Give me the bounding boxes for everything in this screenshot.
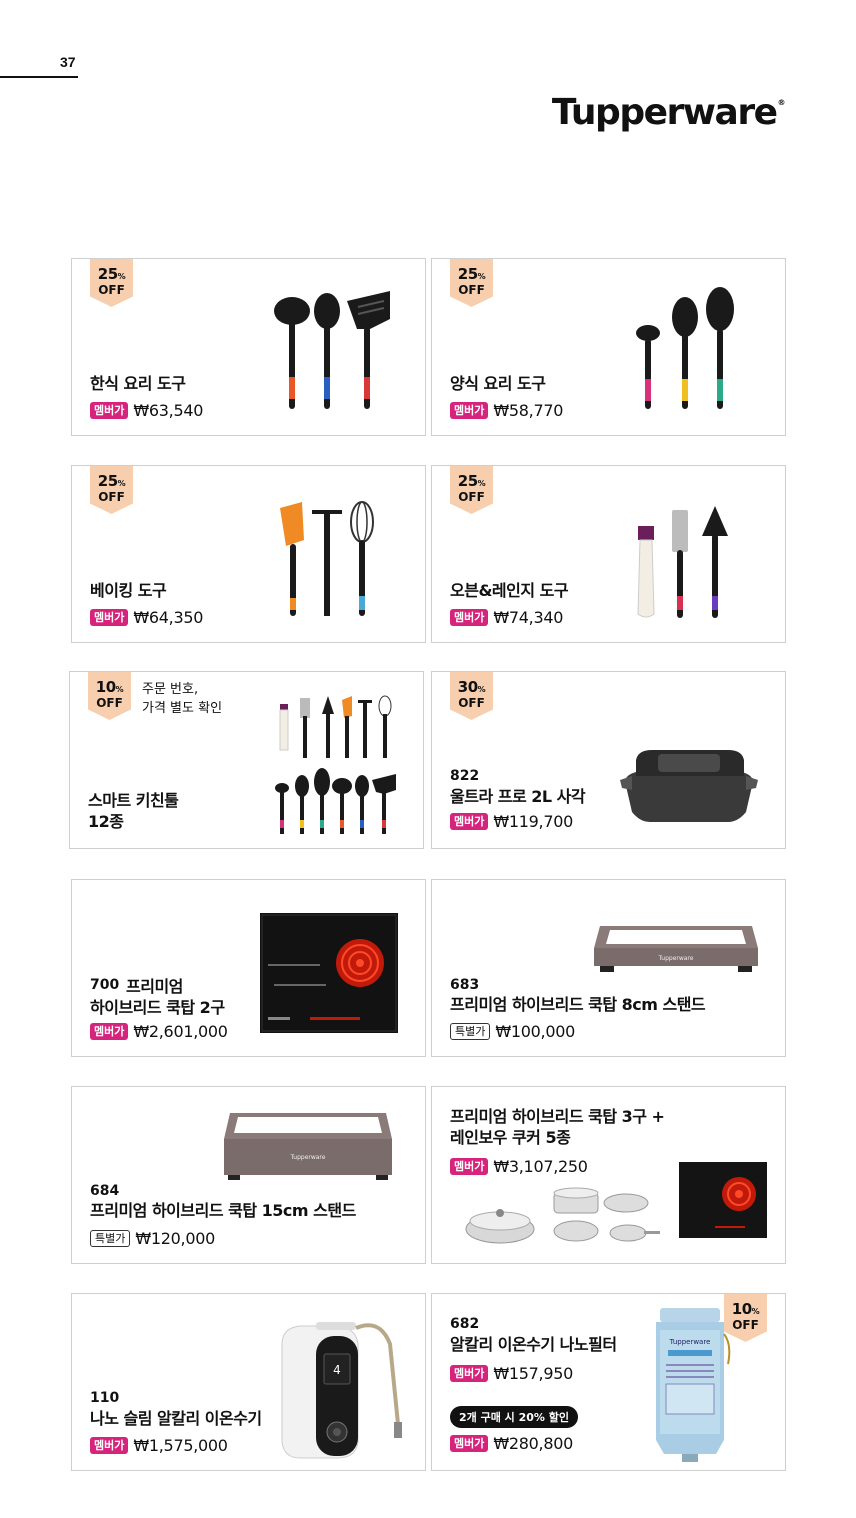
western-utensils-image [630,287,740,415]
product-name: 프리미엄 하이브리드 쿡탑 8cm 스탠드 [450,995,706,1014]
product-number: 684 [90,1183,120,1199]
ultra-pro-casserole-image [618,746,760,828]
price-row: 멤버가 ₩58,770 [450,401,563,420]
price: ₩100,000 [495,1022,575,1041]
product-card-ultra-pro-2l[interactable]: 30% OFF 822 울트라 프로 2L 사각 멤버가 ₩119,700 [431,671,786,849]
price-row: 멤버가 ₩63,540 [90,401,203,420]
member-price-tag: 멤버가 [450,402,489,419]
price-row: 멤버가 ₩119,700 [450,812,573,831]
stand-brand-label: Tupperware [290,1154,326,1161]
product-name: 프리미엄 하이브리드 쿡탑 15cm 스탠드 [90,1201,356,1220]
product-card-hybrid-stand-15cm[interactable]: Tupperware 684 프리미엄 하이브리드 쿡탑 15cm 스탠드 특별… [71,1086,426,1264]
bundle-price: ₩280,800 [493,1434,573,1453]
member-price-tag: 멤버가 [90,609,129,626]
discount-badge: 25% OFF [90,466,133,514]
product-name: 프리미엄 하이브리드 쿡탑 3구 + 레인보우 쿠커 5종 [450,1107,665,1147]
price: ₩1,575,000 [133,1436,228,1455]
price-row: 멤버가 ₩1,575,000 [90,1436,228,1455]
discount-badge: 25% OFF [450,466,493,514]
kitchen-tools-set-image [270,694,400,838]
discount-badge: 30% OFF [450,672,493,720]
product-card-nano-filter[interactable]: 10% OFF 682 알칼리 이온수기 나노필터 멤버가 ₩157,950 2… [431,1293,786,1471]
price: ₩58,770 [493,401,564,420]
product-number: 110 [90,1390,120,1406]
price-row: 멤버가 ₩157,950 [450,1364,573,1383]
price-row: 멤버가 ₩74,340 [450,608,563,627]
special-price-tag: 특별가 [90,1230,131,1247]
svg-text:4: 4 [333,1363,341,1377]
member-price-tag: 멤버가 [90,1437,129,1454]
price-row-bundle: 멤버가 ₩280,800 [450,1434,573,1453]
stand-8cm-image: Tupperware [590,924,762,974]
member-price-tag: 멤버가 [450,1435,489,1452]
member-price-tag: 멤버가 [450,609,489,626]
price-row: 특별가 ₩100,000 [450,1022,575,1041]
promo-badge: 2개 구매 시 20% 할인 [450,1406,579,1428]
price: ₩120,000 [135,1229,215,1248]
discount-badge: 10% OFF [88,672,131,720]
price-row: 멤버가 ₩2,601,000 [90,1022,228,1041]
price: ₩74,340 [493,608,564,627]
special-price-tag: 특별가 [450,1023,491,1040]
cooktop-2-burner-image [260,913,398,1033]
order-note: 주문 번호, 가격 별도 확인 [142,682,223,716]
product-card-baking-tools[interactable]: 25% OFF 베이킹 도구 멤버가 ₩64,350 [71,465,426,643]
member-price-tag: 멤버가 [450,1158,489,1175]
product-name: 프리미엄 하이브리드 쿡탑 2구 [90,977,225,1017]
cooktop-3-burner-image [679,1162,767,1238]
price-row: 멤버가 ₩3,107,250 [450,1157,588,1176]
product-card-nano-slim-ionizer[interactable]: 4 110 나노 슬림 알칼리 이온수기 멤버가 ₩1,575,000 [71,1293,426,1471]
product-card-cooktop-3-rainbow-set[interactable]: 프리미엄 하이브리드 쿡탑 3구 + 레인보우 쿠커 5종 멤버가 ₩3,107… [431,1086,786,1264]
product-name: 한식 요리 도구 [90,374,186,393]
product-number: 822 [450,768,480,784]
member-price-tag: 멤버가 [90,1023,129,1040]
product-card-hybrid-stand-8cm[interactable]: Tupperware 683 프리미엄 하이브리드 쿡탑 8cm 스탠드 특별가… [431,879,786,1057]
product-card-western-tools[interactable]: 25% OFF 양식 요리 도구 멤버가 ₩58,770 [431,258,786,436]
discount-badge: 25% OFF [90,259,133,307]
baking-utensils-image [272,500,382,622]
filter-brand-label: Tupperware [669,1338,711,1346]
discount-badge: 25% OFF [450,259,493,307]
price-row: 특별가 ₩120,000 [90,1229,215,1248]
product-number: 682 [450,1316,480,1332]
page-rule [0,76,78,78]
product-name: 양식 요리 도구 [450,374,546,393]
price: ₩64,350 [133,608,204,627]
product-card-smart-kitchen-tools[interactable]: 10% OFF 주문 번호, 가격 별도 확인 스마트 키친툴 12종 [69,671,424,849]
product-name: 오븐&레인지 도구 [450,581,569,600]
product-number: 683 [450,977,480,993]
member-price-tag: 멤버가 [90,402,129,419]
price: ₩3,107,250 [493,1157,588,1176]
product-name: 베이킹 도구 [90,581,167,600]
product-card-oven-range-tools[interactable]: 25% OFF 오븐&레인지 도구 멤버가 ₩74,340 [431,465,786,643]
stand-15cm-image: Tupperware [220,1111,396,1181]
korean-utensils-image [272,289,402,414]
product-name: 알칼리 이온수기 나노필터 [450,1335,617,1354]
oven-utensils-image [630,506,740,622]
product-card-korean-tools[interactable]: 25% OFF 한식 요리 도구 멤버가 ₩63,540 [71,258,426,436]
member-price-tag: 멤버가 [450,1365,489,1382]
brand-logo: Tupperware® [551,92,786,133]
price: ₩2,601,000 [133,1022,228,1041]
stand-brand-label: Tupperware [658,955,694,962]
product-name: 나노 슬림 알칼리 이온수기 [90,1409,262,1428]
product-name: 스마트 키친툴 12종 [88,791,179,831]
rainbow-cookware-image [460,1185,660,1251]
product-card-hybrid-cooktop-2[interactable]: 700 프리미엄 하이브리드 쿡탑 2구 멤버가 ₩2,601,000 [71,879,426,1057]
product-name: 울트라 프로 2L 사각 [450,787,586,806]
page-number: 37 [60,54,76,70]
nano-filter-image: Tupperware [652,1304,732,1464]
price: ₩63,540 [133,401,204,420]
price-row: 멤버가 ₩64,350 [90,608,203,627]
member-price-tag: 멤버가 [450,813,489,830]
water-ionizer-image: 4 [272,1314,408,1464]
price: ₩119,700 [493,812,573,831]
price: ₩157,950 [493,1364,573,1383]
